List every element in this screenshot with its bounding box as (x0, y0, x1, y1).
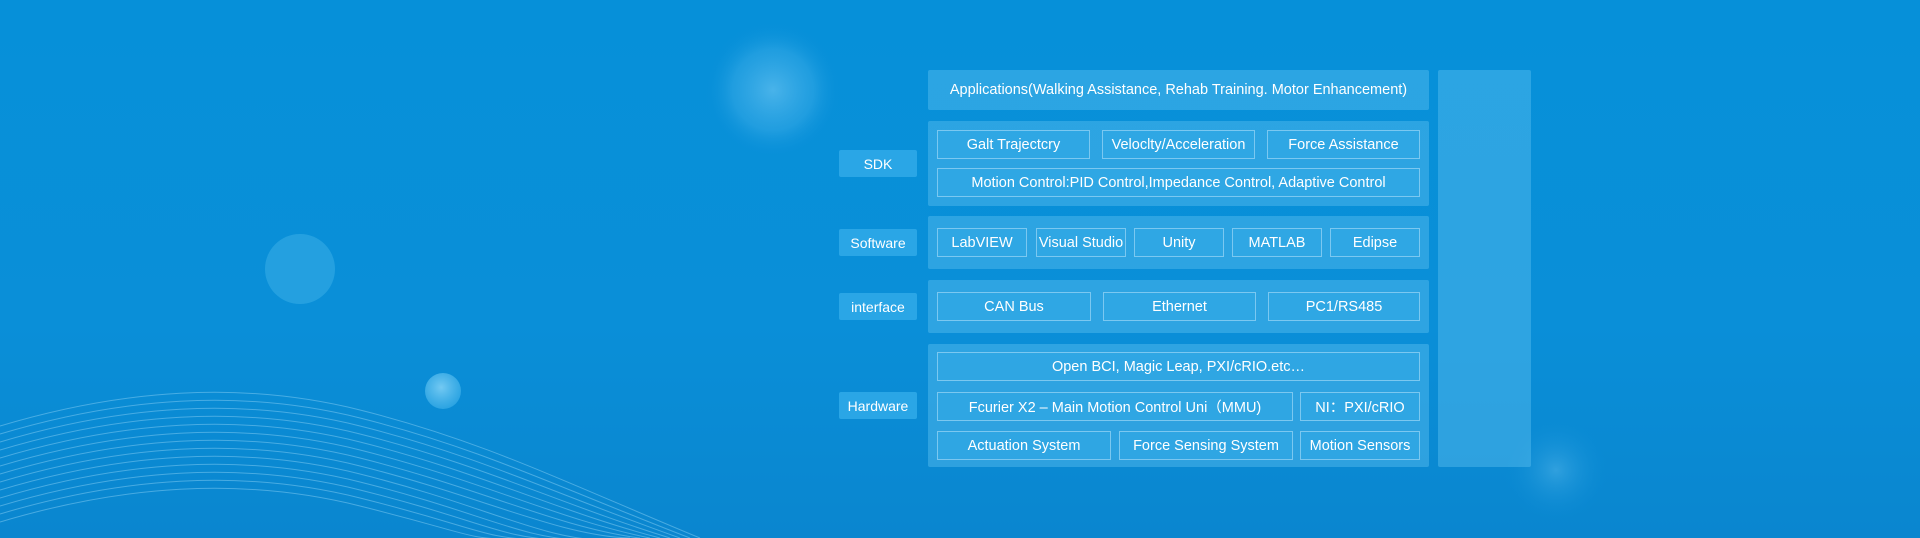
sdk-panel: Galt Trajectcry Veloclty/Acceleration Fo… (928, 121, 1429, 206)
architecture-diagram: Applications(Walking Assistance, Rehab T… (0, 0, 1920, 538)
interface-ethernet: Ethernet (1103, 292, 1256, 321)
sdk-force-assistance: Force Assistance (1267, 130, 1420, 159)
hardware-panel: Open BCI, Magic Leap, PXI/cRIO.etc… Fcur… (928, 344, 1429, 467)
software-eclipse: Edipse (1330, 228, 1420, 257)
software-panel: LabVIEW Visual Studio Unity MATLAB Edips… (928, 216, 1429, 269)
hardware-ni-pxi-crio: NI：PXI/cRIO (1300, 392, 1420, 421)
right-column-panel (1438, 70, 1531, 467)
software-matlab: MATLAB (1232, 228, 1322, 257)
hardware-motion-sensors: Motion Sensors (1300, 431, 1420, 460)
software-unity: Unity (1134, 228, 1224, 257)
sdk-label: SDK (839, 150, 917, 177)
hardware-label: Hardware (839, 392, 917, 419)
applications-panel: Applications(Walking Assistance, Rehab T… (928, 70, 1429, 110)
sdk-velocity-acceleration: Veloclty/Acceleration (1102, 130, 1255, 159)
hardware-actuation-system: Actuation System (937, 431, 1111, 460)
interface-pc1-rs485: PC1/RS485 (1268, 292, 1420, 321)
hardware-main-motion-control-unit: Fcurier X2 – Main Motion Control Uni（MMU… (937, 392, 1293, 421)
applications-text: Applications(Walking Assistance, Rehab T… (949, 82, 1408, 98)
hardware-open-platforms: Open BCI, Magic Leap, PXI/cRIO.etc… (937, 352, 1420, 381)
interface-can-bus: CAN Bus (937, 292, 1091, 321)
software-labview: LabVIEW (937, 228, 1027, 257)
hardware-force-sensing-system: Force Sensing System (1119, 431, 1293, 460)
sdk-gait-trajectory: Galt Trajectcry (937, 130, 1090, 159)
software-label: Software (839, 229, 917, 256)
software-visual-studio: Visual Studio (1036, 228, 1126, 257)
interface-label: interface (839, 293, 917, 320)
interface-panel: CAN Bus Ethernet PC1/RS485 (928, 280, 1429, 333)
sdk-motion-control: Motion Control:PID Control,Impedance Con… (937, 168, 1420, 197)
